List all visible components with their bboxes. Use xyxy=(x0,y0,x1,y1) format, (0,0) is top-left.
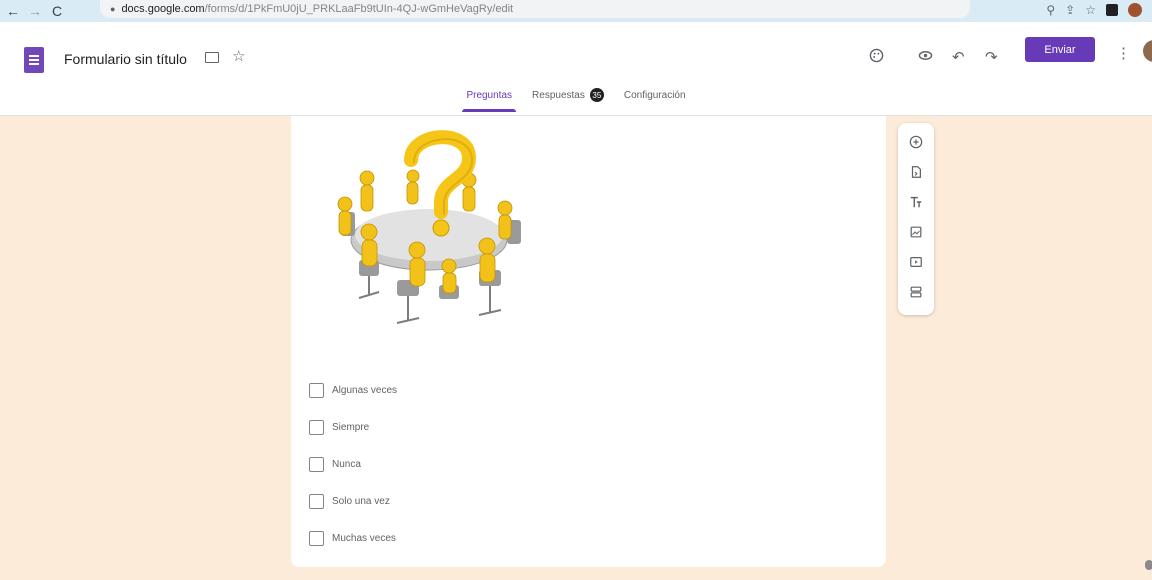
checkbox[interactable] xyxy=(309,456,324,472)
add-image-icon[interactable] xyxy=(898,219,934,245)
url-path: /forms/d/1PkFmU0jU_PRKLaaFb9tUIn-4QJ-wGm… xyxy=(204,3,514,15)
add-section-icon[interactable] xyxy=(898,279,934,305)
response-count-badge: 35 xyxy=(589,88,604,102)
meeting-question-illustration xyxy=(337,130,521,324)
checkbox[interactable] xyxy=(309,530,324,546)
checkbox-options: Algunas veces Siempre Nunca Solo una vez… xyxy=(309,372,397,557)
more-options-icon[interactable]: ⋮ xyxy=(1116,44,1131,62)
back-button[interactable]: ← xyxy=(4,2,22,20)
forms-header: Formulario sin título ☆ ↶ ↷ Enviar ⋮ Pre… xyxy=(0,22,1152,116)
add-question-icon[interactable] xyxy=(898,129,934,155)
form-tabs: Preguntas Respuestas 35 Configuración xyxy=(0,86,1152,116)
palette-icon[interactable] xyxy=(869,48,884,67)
undo-icon[interactable]: ↶ xyxy=(952,48,965,66)
browser-toolbar: ← → C ● docs.google.com/forms/d/1PkFmU0j… xyxy=(0,0,1152,22)
question-card[interactable]: Algunas veces Siempre Nunca Solo una vez… xyxy=(291,116,886,567)
google-forms-logo-icon[interactable] xyxy=(24,47,44,73)
star-icon[interactable]: ☆ xyxy=(232,47,245,65)
option-algunas-veces[interactable]: Algunas veces xyxy=(309,371,397,409)
zoom-icon[interactable]: ⚲ xyxy=(1046,3,1055,17)
tab-respuestas-label: Respuestas xyxy=(532,90,585,101)
tab-preguntas-label: Preguntas xyxy=(466,90,513,101)
option-label: Siempre xyxy=(332,421,370,433)
add-title-icon[interactable] xyxy=(898,189,934,215)
help-button[interactable] xyxy=(1145,560,1152,570)
tab-configuracion[interactable]: Configuración xyxy=(620,86,690,112)
option-label: Algunas veces xyxy=(332,384,398,396)
side-toolbar xyxy=(898,123,934,315)
checkbox[interactable] xyxy=(309,382,324,398)
option-label: Muchas veces xyxy=(332,532,396,544)
share-icon[interactable]: ⇪ xyxy=(1065,3,1075,17)
add-video-icon[interactable] xyxy=(898,249,934,275)
folder-icon[interactable] xyxy=(205,52,219,63)
option-siempre[interactable]: Siempre xyxy=(309,408,397,446)
option-label: Nunca xyxy=(332,458,361,470)
redo-icon[interactable]: ↷ xyxy=(985,48,998,66)
avatar[interactable] xyxy=(1143,40,1152,62)
reload-button[interactable]: C xyxy=(48,2,66,20)
lock-icon: ● xyxy=(110,4,116,14)
send-button[interactable]: Enviar xyxy=(1025,37,1095,62)
browser-profile-icon[interactable] xyxy=(1128,3,1142,17)
option-solo-una-vez[interactable]: Solo una vez xyxy=(309,482,397,520)
forward-button[interactable]: → xyxy=(26,2,44,20)
url-host: docs.google.com xyxy=(121,3,205,15)
form-title[interactable]: Formulario sin título xyxy=(64,51,187,67)
extension-icon[interactable] xyxy=(1106,4,1118,16)
checkbox[interactable] xyxy=(309,493,324,509)
tab-preguntas[interactable]: Preguntas xyxy=(462,86,516,112)
option-label: Solo una vez xyxy=(332,495,390,507)
preview-eye-icon[interactable] xyxy=(918,48,933,67)
option-muchas-veces[interactable]: Muchas veces xyxy=(309,519,397,557)
checkbox[interactable] xyxy=(309,419,324,435)
import-questions-icon[interactable] xyxy=(898,159,934,185)
option-nunca[interactable]: Nunca xyxy=(309,445,397,483)
address-bar[interactable]: ● docs.google.com/forms/d/1PkFmU0jU_PRKL… xyxy=(100,0,970,18)
tab-respuestas[interactable]: Respuestas 35 xyxy=(528,86,608,112)
tab-configuracion-label: Configuración xyxy=(623,90,686,101)
bookmark-star-icon[interactable]: ☆ xyxy=(1085,3,1096,17)
